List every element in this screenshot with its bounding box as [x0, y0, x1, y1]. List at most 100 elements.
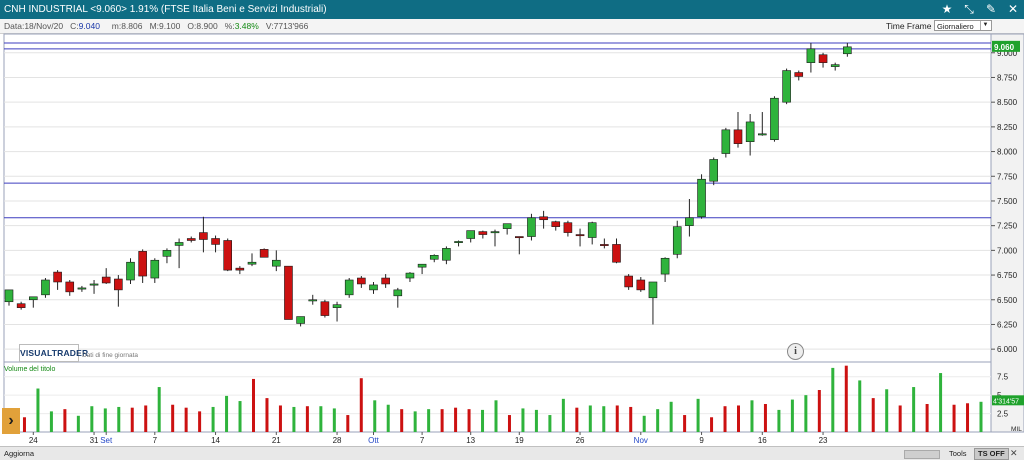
- volume-bar: [898, 405, 902, 432]
- volume-bar: [777, 409, 781, 432]
- volume-bar: [130, 407, 134, 432]
- volume-bar: [440, 409, 444, 432]
- x-tick-label: Nov: [634, 436, 648, 445]
- candle-body: [211, 238, 220, 245]
- candle-body: [733, 129, 743, 144]
- candle-body: [357, 277, 366, 285]
- x-tick-label: 24: [29, 436, 38, 445]
- volume-tick-label: 7.5: [997, 373, 1009, 382]
- candle-body: [417, 263, 427, 268]
- data-source-note: Dati di fine giornata: [82, 352, 139, 359]
- price-chart[interactable]: 9.0008.7508.5008.2508.0007.7507.5007.250…: [0, 0, 1024, 460]
- candle-body: [539, 216, 548, 221]
- volume-bar: [373, 400, 377, 432]
- candle-body: [393, 289, 403, 297]
- candle-body: [150, 259, 160, 279]
- volume-bar: [117, 406, 121, 432]
- price-tick-label: 8.500: [997, 98, 1018, 107]
- candle-body: [563, 222, 573, 233]
- candle-body: [89, 283, 99, 286]
- candle-body: [16, 303, 26, 308]
- volume-bar: [925, 404, 929, 432]
- candle-body: [405, 272, 415, 279]
- candle-body: [527, 217, 536, 237]
- volume-bar: [157, 387, 161, 432]
- price-tick-label: 7.250: [997, 222, 1018, 231]
- refresh-button[interactable]: Aggiorna: [4, 449, 34, 458]
- volume-bar: [602, 406, 606, 432]
- x-tick-label: 26: [576, 436, 585, 445]
- candle-body: [672, 226, 682, 255]
- chart-window: { "header": { "title": "CNH INDUSTRIAL <…: [0, 0, 1024, 460]
- price-tick-label: 8.000: [997, 148, 1018, 157]
- candle-body: [600, 244, 609, 246]
- tools-button[interactable]: Tools: [949, 449, 967, 458]
- volume-bar: [844, 365, 848, 432]
- candle-body: [806, 48, 816, 63]
- volume-bar: [481, 409, 485, 432]
- volume-bar: [952, 404, 956, 432]
- candle-body: [65, 281, 75, 293]
- candle-body: [138, 251, 147, 277]
- candle-body: [53, 271, 62, 283]
- candle-body: [174, 242, 184, 246]
- volume-bar: [346, 415, 350, 432]
- candle-body: [320, 301, 330, 316]
- volume-bar: [413, 411, 417, 432]
- expand-panel-arrow-icon[interactable]: ›: [2, 408, 20, 434]
- volume-bar: [912, 387, 916, 432]
- x-tick-label: 13: [466, 436, 475, 445]
- candle-body: [41, 279, 50, 296]
- volume-bar: [494, 400, 498, 432]
- price-panel: [3, 33, 992, 363]
- volume-bar: [683, 415, 687, 432]
- candle-body: [381, 277, 390, 285]
- candle-body: [636, 279, 646, 291]
- volume-bar: [507, 415, 511, 432]
- candle-body: [429, 255, 439, 260]
- x-tick-label: Set: [100, 436, 113, 445]
- bottom-toolbar: Aggiorna Tools TS OFF ✕: [0, 446, 1024, 460]
- x-tick-label: Ott: [368, 436, 379, 445]
- candle-body: [745, 121, 755, 142]
- x-tick-label: 31: [90, 436, 99, 445]
- volume-bar: [332, 408, 336, 432]
- x-tick-label: 28: [333, 436, 342, 445]
- close-panel-icon[interactable]: ✕: [1010, 448, 1018, 459]
- volume-bar: [225, 395, 229, 432]
- volume-bar: [871, 398, 875, 432]
- candle-body: [624, 275, 633, 288]
- volume-bar: [615, 405, 619, 432]
- volume-bar: [386, 404, 390, 432]
- candle-body: [660, 257, 670, 275]
- volume-bar: [359, 378, 363, 432]
- candle-body: [721, 129, 731, 154]
- logo: VISUALTRADER: [19, 344, 88, 362]
- volume-bar: [966, 403, 970, 432]
- volume-bar: [763, 404, 767, 432]
- volume-bar: [265, 398, 269, 432]
- volume-bar: [278, 405, 282, 432]
- candle-body: [101, 276, 111, 284]
- volume-bar: [575, 407, 579, 432]
- x-tick-label: 14: [211, 436, 220, 445]
- info-icon[interactable]: i: [787, 343, 804, 360]
- volume-title: Volume del titolo: [4, 366, 56, 373]
- candle-body: [344, 279, 354, 296]
- ts-off-button[interactable]: TS OFF: [974, 448, 1009, 460]
- candle-body: [757, 133, 767, 136]
- volume-bar: [750, 400, 754, 432]
- x-tick-label: 7: [420, 436, 425, 445]
- candle-body: [514, 236, 524, 239]
- volume-bar: [723, 406, 727, 432]
- candle-body: [575, 234, 585, 237]
- price-tick-label: 7.750: [997, 172, 1018, 181]
- volume-bar: [737, 405, 740, 432]
- volume-bar: [858, 380, 862, 432]
- horizontal-scrollbar[interactable]: [904, 450, 940, 459]
- volume-bar: [885, 389, 889, 432]
- candle-body: [126, 261, 135, 281]
- candle-body: [818, 54, 828, 63]
- volume-bar: [103, 408, 107, 432]
- volume-bar: [400, 409, 404, 432]
